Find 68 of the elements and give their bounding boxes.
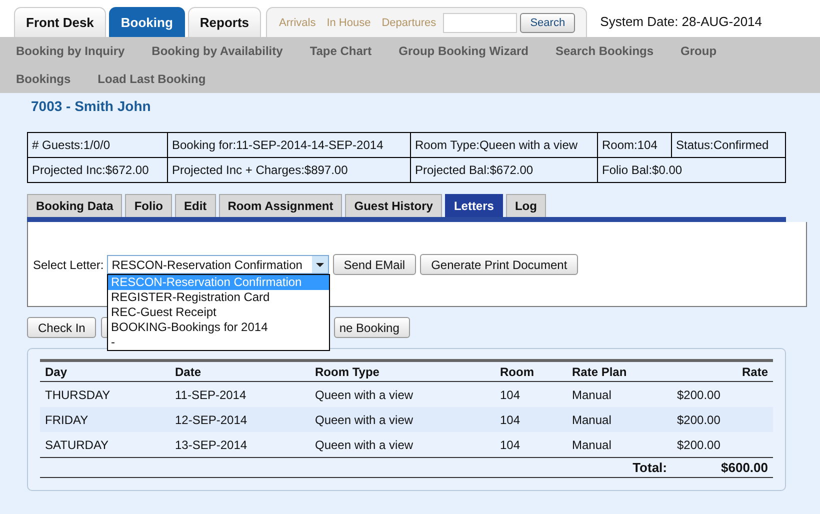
- menu-item[interactable]: Bookings: [16, 65, 71, 93]
- letter-option[interactable]: -: [108, 335, 329, 350]
- table-cell: FRIDAY: [40, 407, 170, 432]
- detail-tab[interactable]: Edit: [175, 194, 216, 217]
- table-cell: Manual: [567, 432, 677, 458]
- table-cell: Manual: [567, 407, 677, 432]
- table-cell: 104: [495, 432, 567, 458]
- column-header: Room: [495, 360, 567, 382]
- table-cell: $200.00: [677, 382, 773, 407]
- table-cell: 13-SEP-2014: [170, 432, 310, 458]
- booking-title: 7003 - Smith John: [30, 97, 152, 116]
- table-cell: $200.00: [677, 407, 773, 432]
- detail-tab[interactable]: Letters: [444, 194, 503, 217]
- menu-item[interactable]: Search Bookings: [556, 37, 654, 65]
- booking-button[interactable]: ne Booking: [334, 317, 410, 338]
- select-letter-label: Select Letter:: [33, 258, 104, 272]
- search-button[interactable]: Search: [520, 12, 576, 32]
- table-cell: Queen with a view: [310, 432, 495, 458]
- system-date: System Date: 28-AUG-2014: [600, 14, 762, 28]
- table-cell: Queen with a view: [310, 382, 495, 407]
- detail-tab[interactable]: Log: [506, 194, 546, 217]
- menu-item[interactable]: Load Last Booking: [98, 65, 206, 93]
- summary-cell: Projected Bal:$672.00: [410, 158, 598, 182]
- nav-tab[interactable]: Front Desk: [14, 7, 106, 37]
- table-cell: 104: [495, 407, 567, 432]
- column-header: Day: [40, 360, 170, 382]
- table-cell: SATURDAY: [40, 432, 170, 458]
- table-cell: $200.00: [677, 432, 773, 458]
- menu-item[interactable]: Booking by Availability: [152, 37, 283, 65]
- caret-icon: [312, 256, 328, 273]
- summary-cell: Room:104: [598, 132, 672, 158]
- nav-tab[interactable]: Reports: [188, 7, 262, 37]
- table-cell: Manual: [567, 382, 677, 407]
- table-cell: THURSDAY: [40, 382, 170, 407]
- detail-tab[interactable]: Room Assignment: [218, 194, 342, 217]
- column-header: Date: [170, 360, 310, 382]
- table-cell: 12-SEP-2014: [170, 407, 310, 432]
- summary-cell: Projected Inc:$672.00: [28, 158, 168, 182]
- detail-tab[interactable]: Booking Data: [27, 194, 122, 217]
- summary-cell: Status:Confirmed: [672, 132, 786, 158]
- column-header: Room Type: [310, 360, 495, 382]
- table-cell: 104: [495, 382, 567, 407]
- column-header: Rate: [677, 360, 773, 382]
- letter-option[interactable]: REGISTER-Registration Card: [108, 290, 329, 305]
- letter-button[interactable]: Send EMail: [332, 254, 416, 275]
- check-in-button[interactable]: Check In: [27, 317, 96, 338]
- menu-item[interactable]: Group: [680, 37, 717, 65]
- nav-tab[interactable]: Booking: [108, 7, 185, 37]
- table-cell: 11-SEP-2014: [170, 382, 310, 407]
- detail-tab[interactable]: Folio: [125, 194, 172, 217]
- summary-cell: Folio Bal:$0.00: [598, 158, 786, 182]
- letter-option[interactable]: REC-Guest Receipt: [108, 305, 329, 320]
- summary-cell: # Guests:1/0/0: [28, 132, 168, 158]
- search-field[interactable]: [443, 12, 518, 32]
- total-label: Total:: [632, 460, 667, 475]
- column-header: Rate Plan: [567, 360, 677, 382]
- table-cell: Queen with a view: [310, 407, 495, 432]
- total-value: $600.00: [721, 460, 768, 475]
- detail-tab[interactable]: Guest History: [345, 194, 442, 217]
- menu-item[interactable]: Tape Chart: [310, 37, 372, 65]
- summary-cell: Room Type:Queen with a view: [410, 132, 598, 158]
- menu-item[interactable]: Group Booking Wizard: [398, 37, 528, 65]
- summary-cell: Booking for:11-SEP-2014-14-SEP-2014: [168, 132, 410, 158]
- summary-cell: Projected Inc + Charges:$897.00: [168, 158, 410, 182]
- menu-item[interactable]: Booking by Inquiry: [16, 37, 125, 65]
- letter-button[interactable]: Generate Print Document: [420, 254, 578, 275]
- letter-select[interactable]: RESCON-Reservation Confirmation: [106, 255, 329, 274]
- letter-option[interactable]: BOOKING-Bookings for 2014: [108, 320, 329, 335]
